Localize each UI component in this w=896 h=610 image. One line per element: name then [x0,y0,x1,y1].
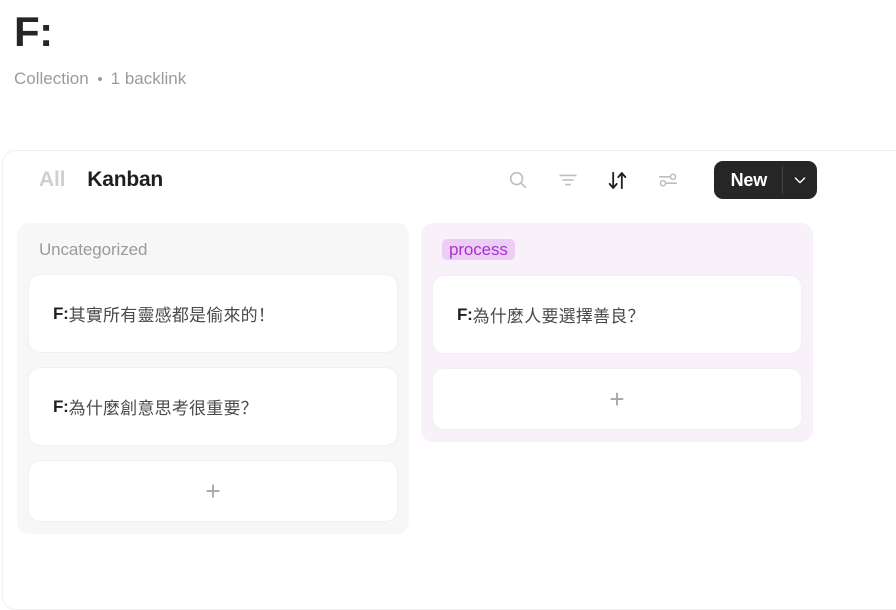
board-toolbar: All Kanban New [3,151,857,209]
card-title: 為什麼人要選擇善良？ [472,307,645,326]
collection-type-label: Collection [14,69,89,88]
settings-sliders-icon[interactable] [656,168,680,192]
filter-icon[interactable] [556,168,580,192]
chevron-down-icon[interactable] [783,161,817,199]
add-card-button-uncategorized[interactable]: + [28,460,398,522]
card-prefix: F: [53,396,69,416]
column-header-process: process [432,239,802,275]
search-icon[interactable] [506,168,530,192]
card-title: 為什麼創意思考很重要？ [68,399,258,418]
column-title-label: Uncategorized [39,240,148,259]
card-item[interactable]: F: 為什麼人要選擇善良？ [432,275,802,354]
tab-all[interactable]: All [39,168,65,192]
column-title-badge: process [442,239,515,260]
plus-icon: + [205,476,221,506]
card-item[interactable]: F: 其實所有靈感都是偷來的！ [28,274,398,353]
card-prefix: F: [53,303,69,323]
page-title: F: [14,8,53,55]
column-header-uncategorized: Uncategorized [28,239,398,258]
board-panel: All Kanban New Uncategorized F: 其實所有靈感都是… [2,150,896,610]
card-item[interactable]: F: 為什麼創意思考很重要？ [28,367,398,446]
page-meta: Collection 1 backlink [14,68,896,90]
toolbar-actions: New [506,161,817,199]
card-prefix: F: [457,304,473,324]
plus-icon: + [609,384,625,414]
sort-icon[interactable] [606,168,630,192]
new-button[interactable]: New [714,161,782,199]
add-card-button-process[interactable]: + [432,368,802,430]
board-columns: Uncategorized F: 其實所有靈感都是偷來的！ F: 為什麼創意思考很重… [3,209,896,534]
new-button-group: New [713,161,817,199]
tab-kanban[interactable]: Kanban [87,168,163,192]
meta-separator-dot [97,77,102,81]
page-header: F: Collection 1 backlink [0,0,896,90]
column-uncategorized: Uncategorized F: 其實所有靈感都是偷來的！ F: 為什麼創意思考很重… [17,223,409,534]
backlink-count-label: 1 backlink [110,69,187,88]
view-tabs: All Kanban [39,168,163,192]
card-title: 其實所有靈感都是偷來的！ [68,306,276,325]
column-process: process F: 為什麼人要選擇善良？ + [421,223,813,442]
